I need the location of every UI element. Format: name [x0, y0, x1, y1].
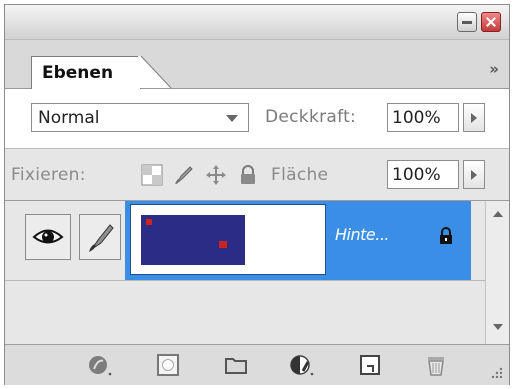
layer-style-icon[interactable]: [87, 353, 113, 377]
opacity-input[interactable]: 100%: [387, 103, 459, 132]
chevron-down-icon: [226, 115, 238, 122]
lock-label: Fixieren:: [11, 165, 86, 185]
fill-input[interactable]: 100%: [387, 160, 459, 189]
layer-row[interactable]: Hinte...: [5, 201, 485, 281]
layer-name[interactable]: Hinte...: [335, 225, 390, 244]
opacity-label: Deckkraft:: [265, 107, 357, 127]
lock-position-icon[interactable]: [205, 164, 227, 186]
tab-layers[interactable]: Ebenen: [31, 56, 141, 89]
brush-icon: [89, 224, 114, 252]
close-button[interactable]: [481, 12, 501, 32]
opacity-slider-button[interactable]: [463, 103, 485, 132]
lock-transparency-icon[interactable]: [141, 164, 163, 186]
blend-mode-select[interactable]: Normal: [31, 103, 249, 132]
options-bar: Normal Deckkraft: 100%: [5, 89, 509, 149]
blend-mode-value: Normal: [38, 108, 100, 128]
layers-panel: Ebenen » Normal Deckkraft: 100% Fixieren…: [4, 4, 510, 385]
tab-edge: [138, 55, 172, 89]
bottom-toolbar: [5, 344, 509, 385]
layer-visibility-toggle[interactable]: [25, 214, 71, 260]
lock-image-icon[interactable]: [173, 164, 195, 186]
thumbnail-image: [141, 215, 245, 265]
new-layer-icon[interactable]: [357, 353, 383, 377]
adjustment-layer-icon[interactable]: [289, 353, 315, 377]
thumbnail-mark: [146, 219, 152, 225]
lock-all-icon[interactable]: [237, 164, 259, 186]
panel-titlebar[interactable]: [5, 5, 509, 40]
delete-layer-icon[interactable]: [423, 353, 449, 377]
fill-slider-button[interactable]: [463, 160, 485, 189]
minimize-button[interactable]: [457, 12, 477, 32]
tab-row: Ebenen »: [5, 40, 509, 89]
new-group-icon[interactable]: [223, 353, 249, 377]
layer-mask-icon[interactable]: [155, 353, 181, 377]
lock-row: Fixieren: Fläche 100%: [5, 149, 509, 201]
lock-icon: [440, 227, 452, 244]
fill-value: 100%: [392, 165, 441, 185]
resize-grip-icon[interactable]: [485, 361, 505, 381]
layer-thumbnail[interactable]: [130, 204, 326, 275]
scroll-up-icon[interactable]: [493, 211, 503, 217]
scroll-down-icon[interactable]: [493, 324, 503, 330]
panel-menu-button[interactable]: »: [489, 60, 499, 78]
layers-scrollbar[interactable]: [485, 201, 509, 344]
thumbnail-mark: [219, 241, 227, 248]
tab-layers-label: Ebenen: [42, 63, 114, 83]
opacity-value: 100%: [392, 108, 441, 128]
fill-label: Fläche: [271, 165, 329, 185]
layers-list: Hinte...: [5, 201, 485, 344]
eye-icon: [32, 229, 64, 244]
layer-link-cell[interactable]: [79, 214, 121, 260]
